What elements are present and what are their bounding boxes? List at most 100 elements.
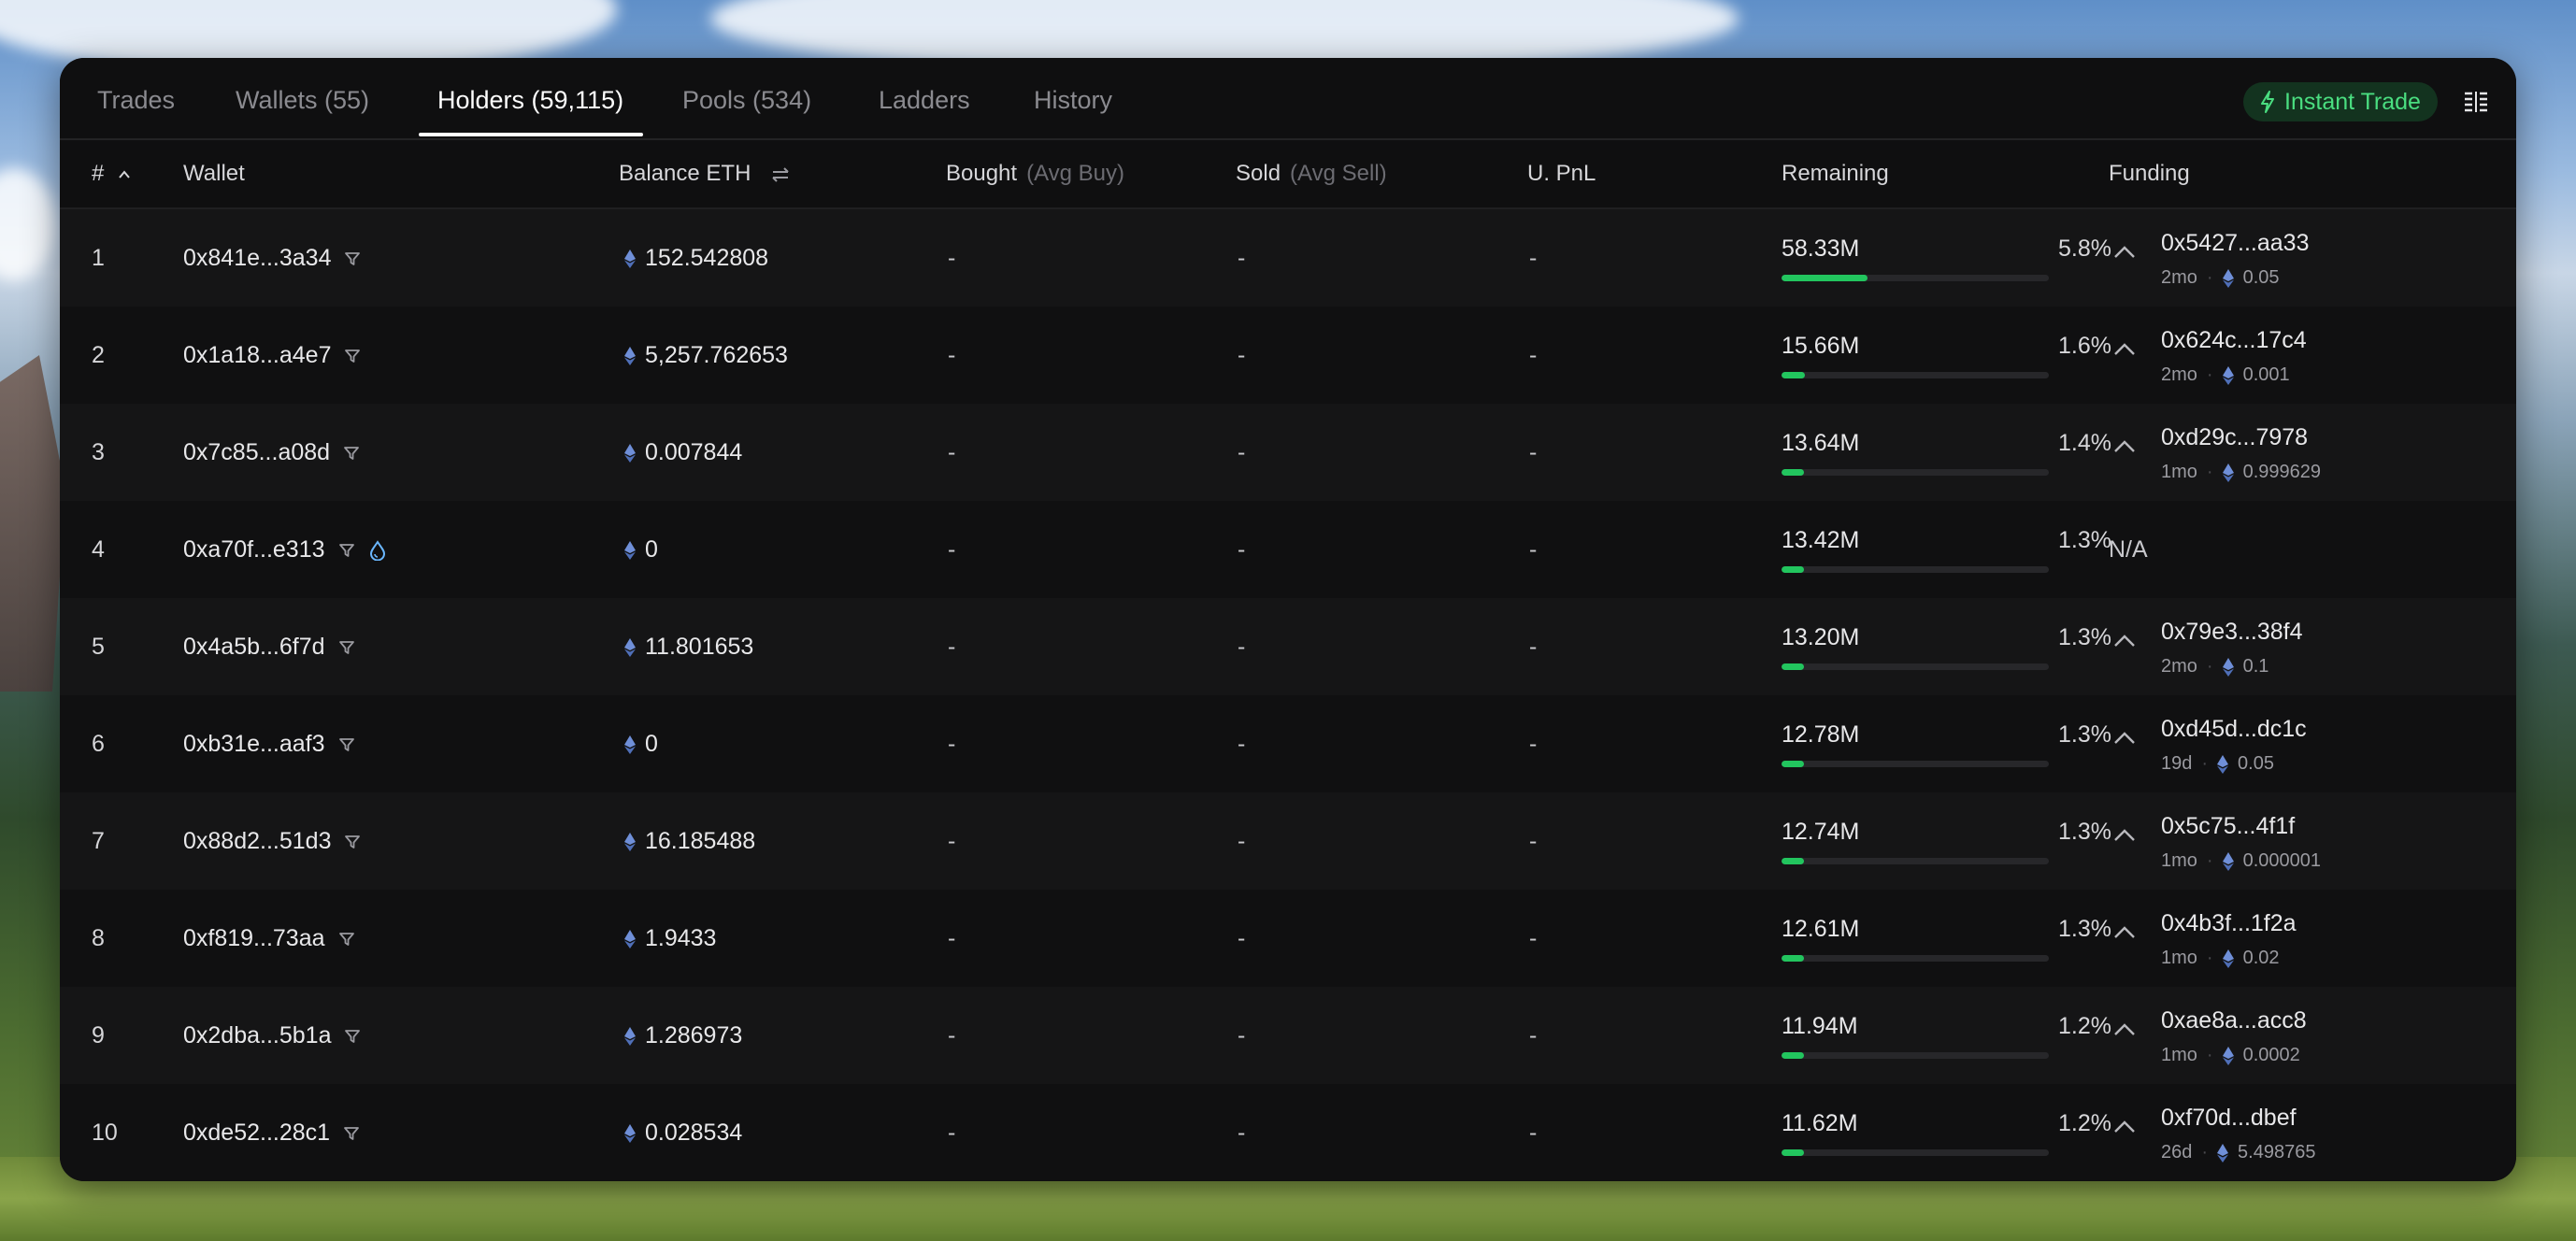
tab-ladders[interactable]: Ladders bbox=[879, 86, 970, 115]
active-tab-indicator bbox=[419, 133, 643, 136]
funding-meta: 1mo · 0.999629 bbox=[2161, 462, 2321, 483]
wallet-cell[interactable]: 0xa70f...e313 bbox=[183, 536, 387, 563]
tab-holders[interactable]: Holders (59,115) bbox=[437, 86, 623, 115]
chevron-up-icon[interactable] bbox=[2112, 925, 2137, 940]
chevron-up-icon[interactable] bbox=[2112, 439, 2137, 454]
tab-trades[interactable]: Trades bbox=[97, 86, 175, 115]
instant-trade-button[interactable]: Instant Trade bbox=[2243, 82, 2438, 121]
funding-address[interactable]: 0xf70d...dbef bbox=[2161, 1105, 2297, 1132]
wallet-address[interactable]: 0xde52...28c1 bbox=[183, 1120, 330, 1147]
wallet-cell[interactable]: 0xb31e...aaf3 bbox=[183, 731, 355, 758]
funding-meta: 1mo · 0.000001 bbox=[2161, 850, 2321, 872]
wallet-address[interactable]: 0xb31e...aaf3 bbox=[183, 731, 325, 758]
eth-icon bbox=[2222, 1046, 2234, 1065]
filter-icon[interactable] bbox=[338, 736, 355, 753]
tab-pools[interactable]: Pools (534) bbox=[682, 86, 811, 115]
filter-icon[interactable] bbox=[344, 1028, 361, 1045]
wallet-address[interactable]: 0x841e...3a34 bbox=[183, 245, 331, 272]
separator-dot: · bbox=[2206, 1045, 2213, 1065]
table-header: # Wallet Balance ETH Bought (Avg Buy) Sol… bbox=[60, 140, 2516, 209]
remaining-percent: 1.6% bbox=[2058, 333, 2111, 359]
remaining-bar bbox=[1782, 761, 2049, 767]
filter-icon[interactable] bbox=[344, 348, 361, 364]
wallet-address[interactable]: 0xf819...73aa bbox=[183, 925, 325, 952]
chevron-up-icon[interactable] bbox=[2112, 634, 2137, 649]
table-row[interactable]: 10 0xde52...28c1 0.028534 - - - 11.62M 1.2% 0xf7… bbox=[60, 1084, 2516, 1181]
funding-address[interactable]: 0xd45d...dc1c bbox=[2161, 716, 2307, 743]
tab-bar: Trades Wallets (55) Holders (59,115) Poo… bbox=[60, 58, 2516, 140]
chevron-up-icon[interactable] bbox=[2112, 731, 2137, 746]
remaining-bar bbox=[1782, 372, 2049, 378]
column-rank-header[interactable]: # bbox=[92, 161, 131, 187]
tab-history[interactable]: History bbox=[1034, 86, 1112, 115]
background-mountain bbox=[0, 355, 65, 692]
funding-address[interactable]: 0x5427...aa33 bbox=[2161, 230, 2309, 257]
wallet-address[interactable]: 0xa70f...e313 bbox=[183, 536, 325, 563]
funding-address[interactable]: 0xd29c...7978 bbox=[2161, 424, 2308, 451]
remaining-bar-fill bbox=[1782, 372, 1806, 378]
table-row[interactable]: 1 0x841e...3a34 152.542808 - - - 58.33M 5.8% 0x5… bbox=[60, 209, 2516, 307]
eth-icon bbox=[2222, 268, 2234, 288]
chevron-up-icon[interactable] bbox=[2112, 1120, 2137, 1134]
chevron-up-icon[interactable] bbox=[2112, 828, 2137, 843]
columns-toggle-icon[interactable] bbox=[2462, 90, 2490, 114]
funding-address[interactable]: 0x79e3...38f4 bbox=[2161, 619, 2303, 646]
filter-icon[interactable] bbox=[338, 639, 355, 656]
sold-cell: - bbox=[1238, 439, 1246, 465]
wallet-address[interactable]: 0x88d2...51d3 bbox=[183, 828, 331, 855]
balance-value: 5,257.762653 bbox=[645, 342, 788, 368]
filter-icon[interactable] bbox=[344, 250, 361, 267]
table-row[interactable]: 3 0x7c85...a08d 0.007844 - - - 13.64M 1.4% 0xd29… bbox=[60, 404, 2516, 501]
wallet-cell[interactable]: 0xf819...73aa bbox=[183, 925, 355, 952]
remaining-percent: 1.3% bbox=[2058, 527, 2111, 553]
wallet-address[interactable]: 0x2dba...5b1a bbox=[183, 1022, 331, 1049]
funding-address[interactable]: 0x4b3f...1f2a bbox=[2161, 910, 2297, 937]
funding-age: 26d bbox=[2161, 1142, 2193, 1163]
balance-cell: 0 bbox=[624, 731, 658, 758]
filter-icon[interactable] bbox=[344, 834, 361, 850]
wallet-cell[interactable]: 0xde52...28c1 bbox=[183, 1120, 360, 1147]
wallet-cell[interactable]: 0x841e...3a34 bbox=[183, 245, 361, 272]
filter-icon[interactable] bbox=[338, 542, 355, 559]
wallet-cell[interactable]: 0x2dba...5b1a bbox=[183, 1022, 361, 1049]
chevron-up-icon[interactable] bbox=[2112, 1022, 2137, 1037]
rank-cell: 6 bbox=[92, 731, 105, 757]
remaining-percent: 1.2% bbox=[2058, 1013, 2111, 1039]
wallet-address[interactable]: 0x7c85...a08d bbox=[183, 439, 330, 466]
chevron-up-icon[interactable] bbox=[2112, 245, 2137, 260]
remaining-bar bbox=[1782, 663, 2049, 670]
wallet-cell[interactable]: 0x7c85...a08d bbox=[183, 439, 360, 466]
filter-icon[interactable] bbox=[343, 1125, 360, 1142]
wallet-cell[interactable]: 0x4a5b...6f7d bbox=[183, 634, 355, 661]
chevron-up-icon[interactable] bbox=[2112, 342, 2137, 357]
table-row[interactable]: 4 0xa70f...e313 0 - - - 13.42M 1.3% N/A bbox=[60, 501, 2516, 598]
wallet-address[interactable]: 0x4a5b...6f7d bbox=[183, 634, 325, 661]
table-row[interactable]: 5 0x4a5b...6f7d 11.801653 - - - 13.20M 1.3% 0x79… bbox=[60, 598, 2516, 695]
funding-amount: 0.0002 bbox=[2242, 1045, 2300, 1065]
table-row[interactable]: 8 0xf819...73aa 1.9433 - - - 12.61M 1.3% 0x4b3f.… bbox=[60, 890, 2516, 987]
funding-address[interactable]: 0x5c75...4f1f bbox=[2161, 813, 2295, 840]
table-row[interactable]: 7 0x88d2...51d3 16.185488 - - - 12.74M 1.3% 0x5c… bbox=[60, 792, 2516, 890]
filter-icon[interactable] bbox=[338, 931, 355, 948]
funding-na: N/A bbox=[2109, 536, 2148, 563]
eth-icon bbox=[624, 637, 636, 657]
tab-wallets[interactable]: Wallets (55) bbox=[236, 86, 369, 115]
table-row[interactable]: 9 0x2dba...5b1a 1.286973 - - - 11.94M 1.2% 0xae8… bbox=[60, 987, 2516, 1084]
remaining-amount: 58.33M bbox=[1782, 235, 1860, 262]
remaining-percent: 1.3% bbox=[2058, 624, 2111, 650]
remaining-bar bbox=[1782, 1052, 2049, 1059]
funding-address[interactable]: 0x624c...17c4 bbox=[2161, 327, 2307, 354]
remaining-amount: 11.62M bbox=[1782, 1110, 1858, 1136]
separator-dot: · bbox=[2201, 753, 2209, 774]
wallet-cell[interactable]: 0x88d2...51d3 bbox=[183, 828, 361, 855]
wallet-cell[interactable]: 0x1a18...a4e7 bbox=[183, 342, 361, 369]
swap-currency-icon[interactable] bbox=[770, 166, 791, 183]
filter-icon[interactable] bbox=[343, 445, 360, 462]
balance-cell: 1.9433 bbox=[624, 925, 716, 952]
table-row[interactable]: 2 0x1a18...a4e7 5,257.762653 - - - 15.66M 1.6% 0… bbox=[60, 307, 2516, 404]
wallet-address[interactable]: 0x1a18...a4e7 bbox=[183, 342, 331, 369]
funding-address[interactable]: 0xae8a...acc8 bbox=[2161, 1007, 2307, 1034]
sold-cell: - bbox=[1238, 245, 1246, 271]
column-balance-header[interactable]: Balance ETH bbox=[619, 161, 791, 187]
table-row[interactable]: 6 0xb31e...aaf3 0 - - - 12.78M 1.3% 0xd45d...dc1… bbox=[60, 695, 2516, 792]
